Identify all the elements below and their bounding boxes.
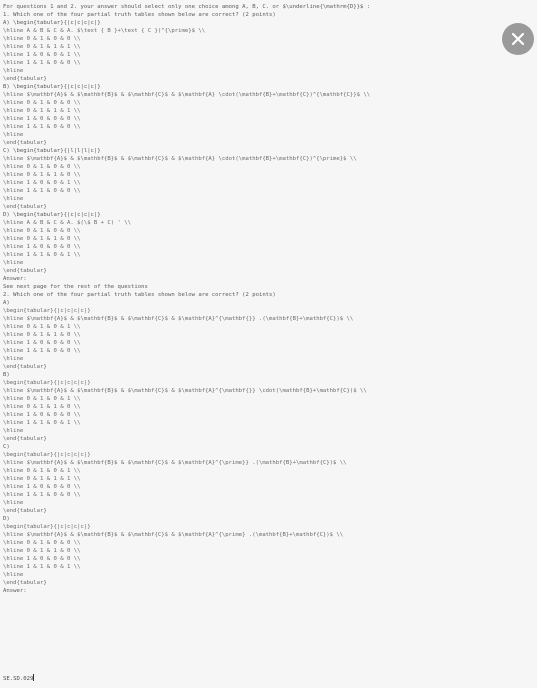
document-line: \hline — [3, 428, 24, 434]
document-line: \hline — [3, 572, 24, 578]
document-line: \hline 1 & 1 & 0 & 0 \\ — [3, 492, 81, 498]
document-line: \hline — [3, 196, 24, 202]
answer-input[interactable]: SE.SD.029 — [3, 675, 33, 683]
document-line: \hline 1 & 0 & 0 & 0 \\ — [3, 116, 81, 122]
document-line: \begin{tabular}{|c|c|c|c|} — [3, 380, 91, 386]
document-line: \hline 1 & 1 & 0 & 0 \\ — [3, 124, 81, 130]
document-line: \hline 1 & 1 & 0 & 0 \\ — [3, 348, 81, 354]
document-line: \end{tabular} — [3, 508, 47, 514]
document-line: \hline — [3, 132, 24, 138]
document-line: B) — [3, 372, 10, 378]
document-line: \hline 0 & 1 & 1 & 1 \\ — [3, 476, 81, 482]
document-line: \end{tabular} — [3, 364, 47, 370]
document-line: 2. Which one of the four partial truth t… — [3, 292, 276, 298]
document-line: \hline 1 & 1 & 0 & 1 \\ — [3, 420, 81, 426]
document-line: For questions 1 and 2. your answer shoul… — [3, 4, 371, 10]
close-button[interactable] — [502, 23, 534, 55]
document-line: \hline — [3, 260, 24, 266]
document-line: \hline 1 & 0 & 0 & 1 \\ — [3, 180, 81, 186]
document-line: \hline 1 & 0 & 0 & 1 \\ — [3, 52, 81, 58]
document-line: \end{tabular} — [3, 204, 47, 210]
document-line: \end{tabular} — [3, 580, 47, 586]
document-line: A) — [3, 300, 10, 306]
document-line: \hline $\mathbf{A}$ & $\mathbf{B}$ & $\m… — [3, 388, 367, 394]
document-line: \hline 0 & 1 & 0 & 1 \\ — [3, 396, 81, 402]
document-line: D) — [3, 516, 10, 522]
document-line: \hline 0 & 1 & 1 & 0 \\ — [3, 548, 81, 554]
document-line: \hline 1 & 0 & 0 & 0 \\ — [3, 556, 81, 562]
document-line: \hline 0 & 1 & 1 & 0 \\ — [3, 172, 81, 178]
document-line: \hline $\mathbf{A}$ & $\mathbf{B}$ & $\m… — [3, 156, 357, 162]
text-caret — [33, 674, 35, 681]
document-line: \hline 0 & 1 & 0 & 0 \\ — [3, 540, 81, 546]
answer-row: SE.SD.029 — [3, 667, 35, 685]
document-line: \hline — [3, 500, 24, 506]
document-line: See next page for the rest of the questi… — [3, 284, 148, 290]
document-line: \hline 0 & 1 & 0 & 0 \\ — [3, 228, 81, 234]
close-icon — [511, 32, 525, 46]
document-line: \end{tabular} — [3, 76, 47, 82]
document-line: \hline 1 & 1 & 0 & 0 \\ — [3, 60, 81, 66]
document-line: \end{tabular} — [3, 268, 47, 274]
document-line: \hline A & B & C & A. $\text { B }+\text… — [3, 28, 206, 34]
document-line: \hline 0 & 1 & 1 & 0 \\ — [3, 236, 81, 242]
document-line: \hline $\mathbf{A}$ & $\mathbf{B}$ & $\m… — [3, 532, 344, 538]
document-line: \hline 1 & 0 & 0 & 0 \\ — [3, 412, 81, 418]
document-line: \hline 0 & 1 & 0 & 0 \\ — [3, 100, 81, 106]
document-line: Answer: — [3, 276, 27, 282]
document-content: For questions 1 and 2. your answer shoul… — [3, 3, 483, 595]
document-line: \hline 1 & 1 & 0 & 1 \\ — [3, 564, 81, 570]
document-line: \hline 1 & 0 & 0 & 0 \\ — [3, 340, 81, 346]
document-line: \hline 0 & 1 & 0 & 0 \\ — [3, 164, 81, 170]
document-line: \hline $\mathbf{A}$ & $\mathbf{B}$ & $\m… — [3, 460, 347, 466]
document-line: \hline 0 & 1 & 1 & 1 \\ — [3, 44, 81, 50]
document-line: \end{tabular} — [3, 436, 47, 442]
document-line: C) — [3, 444, 10, 450]
document-line: \hline 0 & 1 & 0 & 1 \\ — [3, 468, 81, 474]
document-line: \hline 1 & 1 & 0 & 0 \\ — [3, 188, 81, 194]
document-line: A) \begin{tabular}{|c|c|c|c|} — [3, 20, 101, 26]
document-line: \begin{tabular}{|c|c|c|c|} — [3, 308, 91, 314]
document-line: B) \begin{tabular}{|c|c|c|c|} — [3, 84, 101, 90]
document-line: \begin{tabular}{|c|c|c|c|} — [3, 452, 91, 458]
document-line: \end{tabular} — [3, 140, 47, 146]
document-line: 1. Which one of the four partial truth t… — [3, 12, 276, 18]
document-line: Answer: — [3, 588, 27, 594]
document-line: D) \begin{tabular}{|c|c|c|c|} — [3, 212, 101, 218]
document-line: \hline 1 & 0 & 0 & 0 \\ — [3, 484, 81, 490]
document-line: \hline — [3, 356, 24, 362]
document-line: \hline 0 & 1 & 1 & 1 \\ — [3, 108, 81, 114]
document-line: \hline — [3, 68, 24, 74]
document-line: \hline 0 & 1 & 1 & 0 \\ — [3, 404, 81, 410]
document-line: \hline 0 & 1 & 0 & 0 \\ — [3, 36, 81, 42]
document-line: \hline $\mathbf{A}$ & $\mathbf{B}$ & $\m… — [3, 92, 371, 98]
document-line: \hline 0 & 1 & 0 & 1 \\ — [3, 324, 81, 330]
document-line: \hline 1 & 0 & 0 & 0 \\ — [3, 244, 81, 250]
document-line: \hline 1 & 1 & 0 & 1 \\ — [3, 252, 81, 258]
document-line: \hline A & B & C & A. $(\$ B + C) ' \\ — [3, 220, 131, 226]
document-line: \begin{tabular}{|c|c|c|c|} — [3, 524, 91, 530]
document-line: \hline 0 & 1 & 1 & 0 \\ — [3, 332, 81, 338]
document-line: C) \begin{tabular}{|l|l|l|c|} — [3, 148, 101, 154]
document-line: \hline $\mathbf{A}$ & $\mathbf{B}$ & $\m… — [3, 316, 354, 322]
